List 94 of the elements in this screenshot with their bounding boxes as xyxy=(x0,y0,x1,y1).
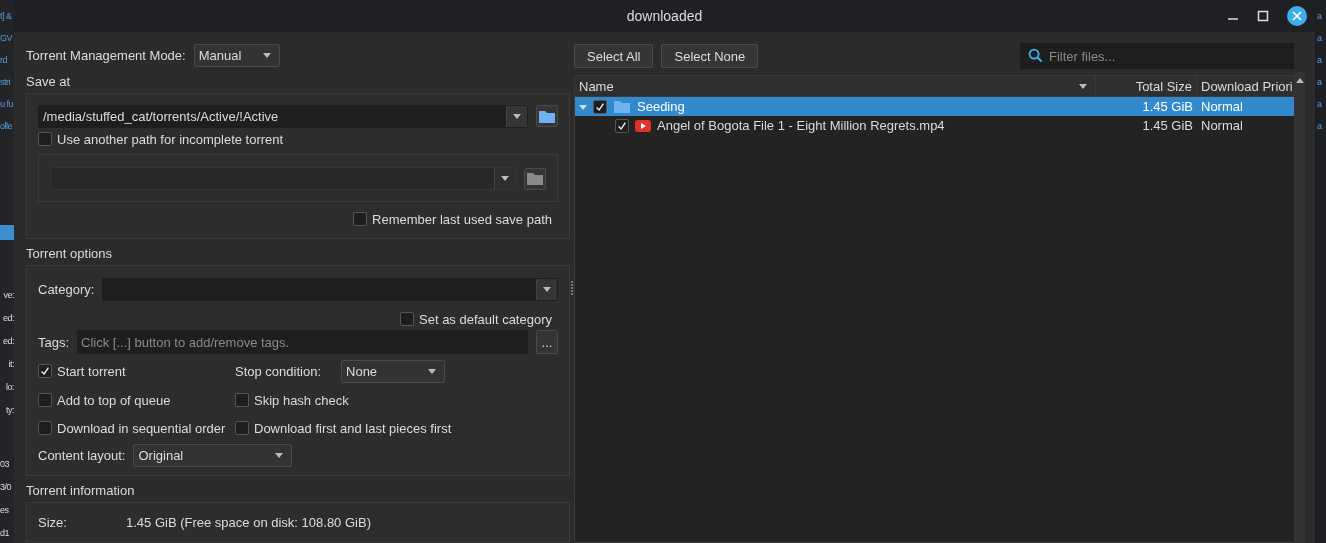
file-name: Seeding xyxy=(637,99,685,114)
caret-icon xyxy=(275,453,284,458)
background-text: a xyxy=(1317,32,1323,45)
dropdown-button[interactable] xyxy=(506,105,527,127)
caret-icon xyxy=(262,53,271,58)
search-icon xyxy=(1028,48,1043,63)
file-name: Angel of Bogota File 1 - Eight Million Regrets.mp4 xyxy=(657,118,945,133)
field-label: Stop condition: xyxy=(235,364,321,379)
tree-row[interactable]: Seeding 1.45 GiB Normal xyxy=(575,97,1294,116)
file-size: 1.45 GiB xyxy=(1142,118,1193,133)
background-text: 03 xyxy=(0,458,10,471)
checkbox[interactable] xyxy=(38,421,52,435)
background-text: olle xyxy=(0,120,13,133)
size-value: 1.45 GiB (Free space on disk: 108.80 GiB) xyxy=(126,514,371,530)
field-label: Content layout: xyxy=(38,448,126,463)
stop-condition-dropdown[interactable]: None xyxy=(341,360,445,383)
dropdown-button[interactable] xyxy=(536,278,557,300)
checkbox-label: Start torrent xyxy=(57,363,126,379)
background-text: lo: xyxy=(6,381,14,394)
splitter-handle[interactable] xyxy=(571,280,573,295)
select-button[interactable]: Select None xyxy=(661,44,759,68)
expand-arrow-icon[interactable] xyxy=(579,102,587,111)
filter-field[interactable]: Filter files... xyxy=(1020,43,1294,69)
background-text: ty: xyxy=(6,404,14,417)
browse-button[interactable] xyxy=(536,105,558,127)
background-text: a xyxy=(1317,98,1323,111)
close-icon[interactable] xyxy=(1287,6,1307,26)
file-size: 1.45 GiB xyxy=(1142,99,1193,114)
section-title: Torrent options xyxy=(26,246,113,262)
select-button[interactable]: Select All xyxy=(574,44,654,68)
checkbox-label: Remember last used save path xyxy=(372,211,552,227)
field-label: Torrent Management Mode: xyxy=(26,48,186,63)
tags-field[interactable]: Click [...] button to add/remove tags. xyxy=(77,330,528,354)
maximize-icon[interactable] xyxy=(1257,10,1269,22)
column-header[interactable]: Name xyxy=(575,76,1096,96)
content-layout-dropdown[interactable]: Original xyxy=(133,444,293,467)
file-priority: Normal xyxy=(1201,99,1243,114)
background-text: d1 xyxy=(0,527,10,540)
background-text: stri xyxy=(0,76,11,89)
caret-icon xyxy=(543,286,551,292)
background-text: ed: xyxy=(3,335,14,348)
checkbox[interactable] xyxy=(400,312,414,326)
background-text: a xyxy=(1317,54,1323,67)
section-title: Torrent information xyxy=(26,483,136,499)
category-field[interactable] xyxy=(102,277,558,301)
checkbox-label: Download first and last pieces first xyxy=(254,420,452,436)
caret-icon xyxy=(513,113,521,119)
field-label: Size: xyxy=(38,514,68,530)
caret-icon xyxy=(1079,83,1087,89)
checkbox[interactable] xyxy=(235,393,249,407)
browse-button[interactable] xyxy=(524,167,546,190)
background-text: u fu xyxy=(0,98,14,111)
scroll-up-icon[interactable] xyxy=(1295,78,1304,83)
background-text: rd xyxy=(0,54,8,67)
checkbox[interactable] xyxy=(38,364,52,378)
path-field[interactable]: /media/stuffed_cat/torrents/Active/!Active xyxy=(38,104,528,128)
caret-icon xyxy=(428,369,436,374)
background-text: es xyxy=(0,504,10,517)
background-text: ve: xyxy=(3,289,14,302)
background-text: t] & xyxy=(0,10,13,23)
caret-icon xyxy=(501,176,509,181)
checkbox-label: Add to top of queue xyxy=(57,392,171,408)
checkbox[interactable] xyxy=(353,212,368,226)
folder-icon xyxy=(526,171,544,186)
window-title: downloaded xyxy=(626,8,703,24)
folder-icon xyxy=(538,108,556,124)
checkbox-label: Set as default category xyxy=(419,311,552,327)
section-title: Save at xyxy=(26,74,72,90)
background-text: GV xyxy=(0,32,14,45)
field-label: Tags: xyxy=(38,334,70,350)
checkbox-label: Skip hash check xyxy=(254,392,349,408)
checkbox[interactable] xyxy=(38,393,52,407)
checkbox[interactable] xyxy=(593,99,607,114)
mode-dropdown[interactable]: Manual xyxy=(193,44,280,67)
checkbox[interactable] xyxy=(615,118,629,133)
background-text: it: xyxy=(8,358,14,371)
background-text: a xyxy=(1317,76,1323,89)
background-text: 3/0 xyxy=(0,481,12,494)
column-header[interactable]: Total Size xyxy=(1096,76,1197,96)
field-label: Category: xyxy=(38,281,95,297)
video-file-icon xyxy=(635,119,651,132)
background-text: ed: xyxy=(3,312,14,325)
scrollbar[interactable] xyxy=(1294,72,1305,543)
checkbox[interactable] xyxy=(235,421,249,435)
checkbox-label: Use another path for incomplete torrent xyxy=(57,131,284,147)
folder-icon xyxy=(613,99,631,114)
file-priority: Normal xyxy=(1201,118,1243,133)
tree-row[interactable]: Angel of Bogota File 1 - Eight Million Regrets.mp4 1.45 GiB Normal xyxy=(575,116,1294,135)
background-text: a xyxy=(1317,120,1323,133)
checkbox[interactable] xyxy=(38,132,52,146)
background-text: a xyxy=(1317,10,1323,23)
column-header[interactable]: Download Priori xyxy=(1197,76,1294,96)
tags-button[interactable]: ... xyxy=(536,330,558,354)
checkbox-label: Download in sequential order xyxy=(57,420,226,436)
